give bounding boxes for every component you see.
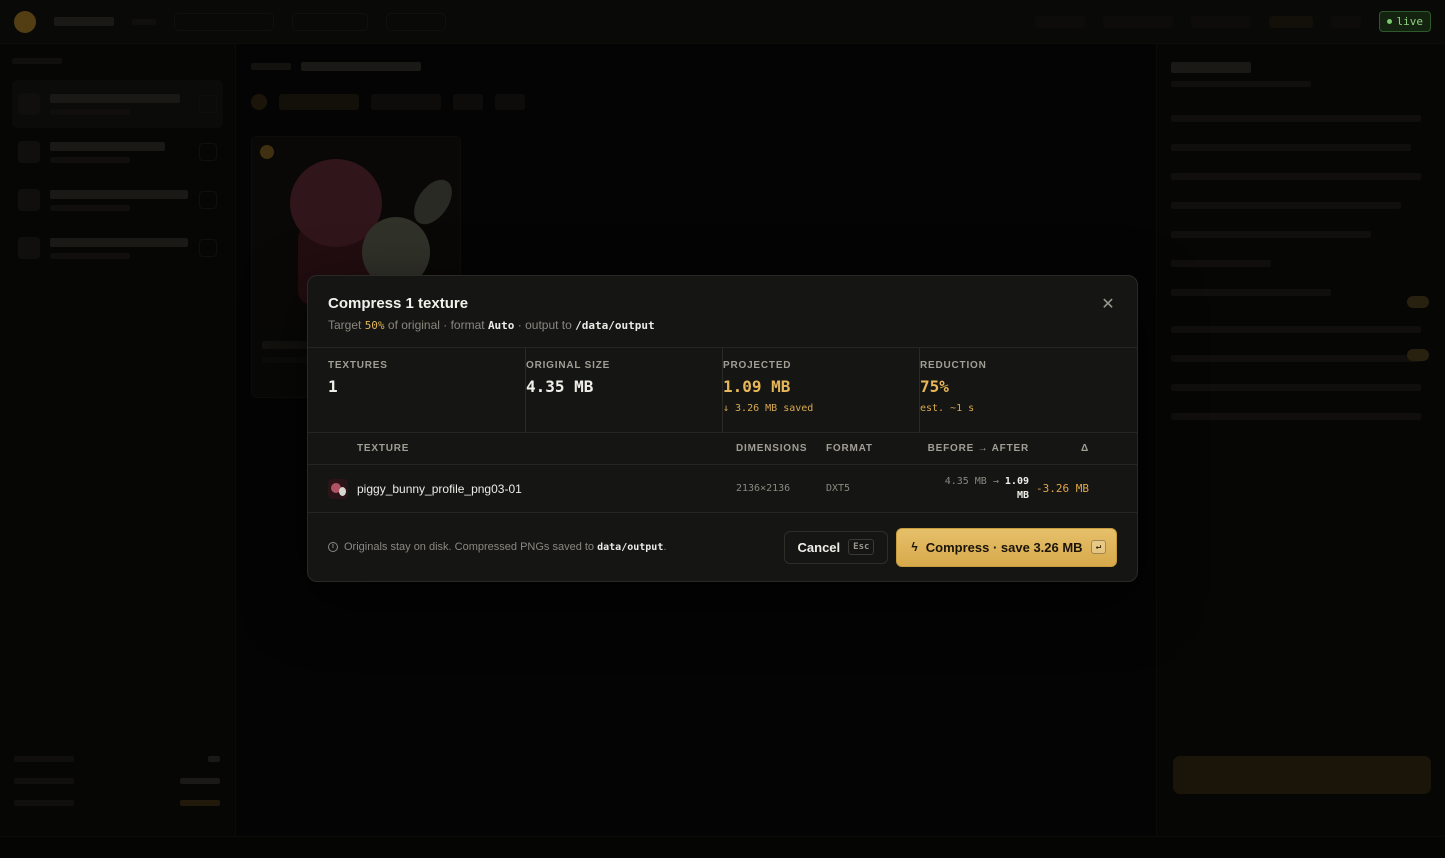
info-path: data/output bbox=[597, 542, 664, 553]
info-suffix: . bbox=[663, 541, 667, 553]
subtitle-text: of original · format bbox=[384, 318, 488, 332]
live-badge: live bbox=[1378, 11, 1431, 32]
texture-cell: piggy_bunny_profile_png03-01 bbox=[308, 478, 736, 499]
live-dot-icon bbox=[1386, 19, 1392, 24]
stat-label: REDUCTION bbox=[920, 360, 987, 371]
stat-label: ORIGINAL SIZE bbox=[526, 360, 611, 371]
texture-thumbnail bbox=[328, 478, 348, 499]
col-before-after: BEFORE → AFTER bbox=[927, 443, 1029, 454]
after-unit: MB bbox=[1016, 489, 1029, 501]
stat-label: TEXTURES bbox=[328, 360, 388, 371]
col-dimensions: DIMENSIONS bbox=[736, 443, 808, 454]
compress-label: Compress · save 3.26 MB bbox=[925, 539, 1083, 555]
enter-key-icon: ↵ bbox=[1090, 540, 1106, 554]
close-icon[interactable]: ✕ bbox=[1099, 296, 1117, 314]
info-icon: i bbox=[328, 542, 338, 552]
stat-label: PROJECTED bbox=[723, 360, 792, 371]
footer-info: i Originals stay on disk. Compressed PNG… bbox=[328, 541, 784, 553]
texture-name: piggy_bunny_profile_png03-01 bbox=[357, 481, 522, 496]
target-percent: 50% bbox=[364, 319, 385, 332]
stat-value: 75% bbox=[920, 377, 949, 396]
info-text: Originals stay on disk. Compressed PNGs … bbox=[344, 541, 598, 553]
cancel-button[interactable]: Cancel Esc bbox=[783, 530, 889, 564]
subtitle-text: · output to bbox=[514, 318, 576, 332]
cancel-label: Cancel bbox=[797, 539, 841, 555]
stat-note: est. ~1 s bbox=[920, 403, 975, 414]
compress-dialog: Compress 1 texture Target 50% of origina… bbox=[307, 275, 1138, 582]
stat-value: 1.09 MB bbox=[723, 377, 791, 396]
arrow: → bbox=[986, 475, 1005, 487]
stat-reduction: REDUCTION 75% est. ~1 s bbox=[919, 348, 1116, 432]
col-delta: Δ bbox=[1081, 443, 1089, 454]
esc-key-hint: Esc bbox=[848, 539, 875, 555]
before-size: 4.35 MB bbox=[944, 475, 987, 487]
format-cell: DXT5 bbox=[826, 483, 851, 494]
stat-original-size: ORIGINAL SIZE 4.35 MB bbox=[525, 348, 722, 432]
col-format: FORMAT bbox=[826, 443, 873, 454]
live-label: live bbox=[1396, 15, 1424, 28]
table-row: piggy_bunny_profile_png03-01 2136×2136 D… bbox=[308, 465, 1137, 513]
dimensions-cell: 2136×2136 bbox=[736, 483, 791, 494]
dialog-title: Compress 1 texture bbox=[328, 295, 469, 312]
stats-row: TEXTURES 1 ORIGINAL SIZE 4.35 MB PROJECT… bbox=[308, 348, 1137, 433]
after-size: 1.09 bbox=[1004, 475, 1029, 487]
output-path: /data/output bbox=[575, 319, 655, 332]
dialog-footer: i Originals stay on disk. Compressed PNG… bbox=[308, 513, 1137, 581]
col-texture: TEXTURE bbox=[357, 443, 410, 454]
stat-value: 1 bbox=[328, 377, 338, 396]
delta-cell: -3.26 MB bbox=[1036, 482, 1089, 495]
lightning-icon: ϟ bbox=[911, 540, 918, 554]
stat-textures: TEXTURES 1 bbox=[328, 348, 525, 432]
compress-button[interactable]: ϟ Compress · save 3.26 MB ↵ bbox=[896, 527, 1117, 567]
before-after-cell: 4.35 MB → 1.09 MB bbox=[925, 475, 1029, 503]
dialog-header: Compress 1 texture Target 50% of origina… bbox=[308, 276, 1137, 348]
format-value: Auto bbox=[487, 319, 515, 332]
dialog-subtitle: Target 50% of original · format Auto · o… bbox=[328, 318, 1117, 332]
stat-note: ↓ 3.26 MB saved bbox=[723, 403, 814, 414]
table-header: TEXTURE DIMENSIONS FORMAT BEFORE → AFTER… bbox=[308, 433, 1137, 465]
stat-projected: PROJECTED 1.09 MB ↓ 3.26 MB saved bbox=[722, 348, 919, 432]
stat-value: 4.35 MB bbox=[526, 377, 594, 396]
subtitle-text: Target bbox=[328, 318, 365, 332]
